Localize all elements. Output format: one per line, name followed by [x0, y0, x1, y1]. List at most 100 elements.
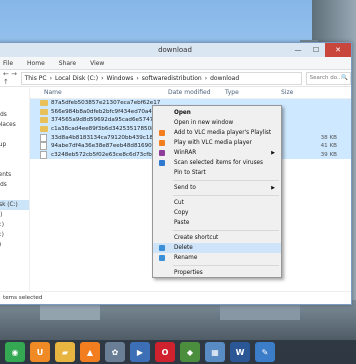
menu-item-cut[interactable]: Cut: [153, 198, 281, 208]
file-name: c3248eb572cb5f02e63ce8c6d73cfbf39b10: [51, 151, 167, 158]
file-icon: [40, 133, 47, 142]
address-bar[interactable]: This PC › Local Disk (C:) › Windows › so…: [20, 71, 302, 85]
file-name: c1a38cad4ee89f3b6d342535178508dc: [51, 126, 162, 133]
vlc-icon[interactable]: ▲: [80, 342, 100, 362]
status-bar: tems selected: [0, 291, 351, 304]
nav-item[interactable]: Disk (C:): [0, 200, 29, 210]
nav-item[interactable]: op: [0, 160, 29, 170]
column-size[interactable]: Size: [281, 89, 293, 96]
menu-item-properties[interactable]: Properties: [153, 268, 281, 278]
menu-separator: [173, 265, 279, 266]
nav-item[interactable]: ments: [0, 170, 29, 180]
nav-item[interactable]: oads: [0, 180, 29, 190]
media-icon[interactable]: ▶: [130, 342, 150, 362]
breadcrumb-separator: ›: [49, 74, 52, 82]
tab-view[interactable]: View: [90, 60, 104, 67]
breadcrumb-separator: ›: [204, 74, 208, 82]
vlc-icon: [159, 130, 165, 136]
nav-item[interactable]: (H:): [0, 230, 29, 240]
minimize-button[interactable]: —: [289, 43, 307, 57]
photos-icon[interactable]: ▦: [205, 342, 225, 362]
close-button[interactable]: ✕: [325, 43, 351, 57]
menu-item-pin-to-start[interactable]: Pin to Start: [153, 168, 281, 178]
nav-item[interactable]: [0, 130, 29, 140]
folder-icon: [40, 108, 48, 115]
nav-item[interactable]: (J:): [0, 240, 29, 250]
submenu-arrow-icon: ▶: [271, 185, 275, 191]
nav-item[interactable]: (G:): [0, 220, 29, 230]
status-text: tems selected: [3, 295, 43, 301]
word-icon[interactable]: W: [230, 342, 250, 362]
app-icon[interactable]: ◆: [180, 342, 200, 362]
menu-item-delete[interactable]: Delete: [153, 243, 281, 253]
breadcrumb-separator: ›: [136, 74, 139, 82]
menu-item-label: Cut: [174, 200, 184, 206]
maximize-button[interactable]: ☐: [307, 43, 325, 57]
nav-item[interactable]: t places: [0, 120, 29, 130]
column-type[interactable]: Type: [225, 89, 281, 96]
winrar-icon: [159, 150, 165, 156]
nav-item[interactable]: rk: [0, 250, 29, 260]
opera-icon[interactable]: O: [155, 342, 175, 362]
column-name[interactable]: Name: [44, 89, 168, 96]
menu-item-label: Open: [174, 110, 191, 116]
menu-item-paste[interactable]: Paste: [153, 218, 281, 228]
nav-arrows[interactable]: ← → ↑: [3, 70, 21, 86]
menu-item-winrar[interactable]: WinRAR ▶: [153, 148, 281, 158]
antivirus-icon: [159, 160, 165, 166]
search-input[interactable]: Search do... 🔍: [305, 71, 351, 85]
menu-item-label: Scan selected items for viruses: [174, 160, 264, 166]
folder-icon: [40, 100, 48, 107]
menu-item-label: Copy: [174, 210, 189, 216]
chrome-icon[interactable]: ◉: [5, 342, 25, 362]
tab-home[interactable]: Home: [27, 60, 45, 67]
nav-item[interactable]: roup: [0, 140, 29, 150]
menu-item-label: Add to VLC media player's Playlist: [174, 130, 272, 136]
search-placeholder: Search do...: [309, 74, 343, 81]
menu-item-label: Paste: [174, 220, 190, 226]
folder-icon: [40, 117, 48, 124]
vlc-icon: [159, 140, 165, 146]
breadcrumb-this-pc[interactable]: This PC: [25, 75, 47, 82]
folder-icon[interactable]: ▰: [55, 342, 75, 362]
nav-item[interactable]: (F:): [0, 210, 29, 220]
settings-icon[interactable]: ✿: [105, 342, 125, 362]
nav-item[interactable]: [0, 190, 29, 200]
nav-item[interactable]: op: [0, 100, 29, 110]
title-bar[interactable]: download — ☐ ✕: [0, 43, 351, 57]
breadcrumb-local-disk[interactable]: Local Disk (C:): [55, 75, 98, 82]
nav-item[interactable]: s: [0, 90, 29, 100]
menu-item-label: Properties: [174, 270, 203, 276]
search-icon: 🔍: [341, 74, 348, 81]
window-title: download: [158, 46, 192, 54]
breadcrumb-download[interactable]: download: [210, 75, 239, 82]
file-icon: [40, 150, 47, 159]
menu-item-scan-selected-items-for-viruses[interactable]: Scan selected items for viruses: [153, 158, 281, 168]
menu-item-play-with-vlc-media-player[interactable]: Play with VLC media player: [153, 138, 281, 148]
menu-item-copy[interactable]: Copy: [153, 208, 281, 218]
nav-item[interactable]: [0, 150, 29, 160]
menu-item-add-to-vlc-media-player-s-playlist[interactable]: Add to VLC media player's Playlist: [153, 128, 281, 138]
shield-icon: [159, 245, 165, 251]
paint-icon[interactable]: ✎: [255, 342, 275, 362]
submenu-arrow-icon: ▶: [271, 150, 275, 156]
file-name: 566e984b8a0dfeb2bfc9f434ed70a4b8: [51, 108, 159, 115]
column-date-modified[interactable]: Date modified: [168, 89, 225, 96]
tab-share[interactable]: Share: [59, 60, 76, 67]
menu-item-open-in-new-window[interactable]: Open in new window: [153, 118, 281, 128]
menu-item-create-shortcut[interactable]: Create shortcut: [153, 233, 281, 243]
breadcrumb-softwaredistribution[interactable]: softwaredistribution: [142, 75, 202, 82]
uc-browser-icon[interactable]: U: [30, 342, 50, 362]
menu-item-rename[interactable]: Rename: [153, 253, 281, 263]
nav-item[interactable]: oads: [0, 110, 29, 120]
file-name: 87a5dfeb503857e21307eca7ebf62e17: [51, 100, 161, 107]
menu-item-open[interactable]: Open: [153, 108, 281, 118]
breadcrumb-windows[interactable]: Windows: [107, 75, 134, 82]
ribbon-tabs: File Home Share View: [0, 57, 351, 70]
navigation-pane: sopoadst placesroupopmentsoadsDisk (C:)(…: [0, 86, 30, 292]
window-controls: — ☐ ✕: [289, 43, 351, 57]
menu-item-send-to[interactable]: Send to ▶: [153, 183, 281, 193]
menu-item-label: Play with VLC media player: [174, 140, 252, 146]
menu-separator: [173, 180, 279, 181]
tab-file[interactable]: File: [3, 60, 13, 67]
